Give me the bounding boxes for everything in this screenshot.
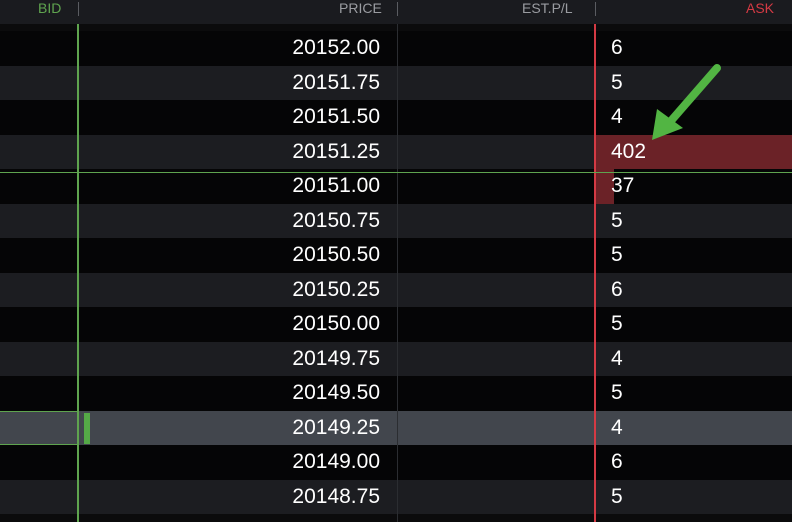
price-cell[interactable]: 20149.50 (80, 376, 380, 411)
ask-header[interactable]: ASK (746, 0, 774, 24)
ladder-row[interactable]: 20149.75 4 (0, 341, 792, 377)
price-cell[interactable]: 20151.00 (80, 169, 380, 204)
ladder-row[interactable]: 20150.75 5 (0, 203, 792, 239)
bid-header[interactable]: BID (38, 0, 61, 24)
price-cell[interactable]: 20152.00 (80, 31, 380, 66)
price-cell[interactable]: 20150.25 (80, 273, 380, 308)
price-cell[interactable]: 20149.75 (80, 342, 380, 377)
ask-cell[interactable]: 6 (596, 273, 792, 308)
inside-market-line (0, 172, 792, 173)
price-cell[interactable]: 20150.50 (80, 238, 380, 273)
price-cell[interactable]: 20151.75 (80, 66, 380, 101)
est-pl-header[interactable]: EST.P/L (522, 0, 573, 24)
ask-cell[interactable]: 5 (596, 307, 792, 342)
ladder-row[interactable]: 20149.50 5 (0, 376, 792, 411)
ask-cell[interactable]: 5 (596, 238, 792, 273)
ask-cell[interactable]: 6 (596, 445, 792, 480)
ask-cell[interactable]: 5 (596, 480, 792, 515)
ask-cell[interactable]: 4 (596, 342, 792, 377)
price-ladder: BID PRICE EST.P/L ASK 20152.00 6 20151.75 5… (0, 0, 792, 522)
green-arrow-icon (652, 64, 721, 140)
ladder-header: BID PRICE EST.P/L ASK (0, 0, 792, 24)
price-cell[interactable]: 20149.25 (80, 411, 380, 446)
bid-cell-highlight[interactable] (0, 410, 78, 445)
ask-cell[interactable]: 37 (596, 169, 792, 204)
price-cell[interactable]: 20151.50 (80, 100, 380, 135)
price-cell[interactable]: 20150.75 (80, 204, 380, 239)
ladder-row[interactable]: 20148.75 5 (0, 479, 792, 515)
header-separator (397, 2, 398, 16)
ask-cell[interactable]: 5 (596, 376, 792, 411)
ladder-row[interactable]: 20149.00 6 (0, 445, 792, 480)
ladder-row[interactable]: 20150.50 5 (0, 238, 792, 273)
price-header[interactable]: PRICE (339, 0, 383, 24)
ask-cell[interactable]: 5 (596, 204, 792, 239)
ask-cell[interactable]: 4 (596, 411, 792, 446)
ask-column-line (594, 24, 596, 522)
price-cell[interactable]: 20150.00 (80, 307, 380, 342)
price-cell[interactable]: 20149.00 (80, 445, 380, 480)
header-separator (78, 2, 79, 16)
price-column-divider (397, 24, 398, 522)
bid-column-line (77, 24, 79, 522)
ladder-row[interactable]: 20149.25 4 (0, 410, 792, 446)
ladder-row[interactable]: 20151.00 37 (0, 169, 792, 204)
price-cell[interactable]: 20148.75 (80, 480, 380, 515)
ladder-row[interactable]: 20150.00 5 (0, 307, 792, 342)
ladder-row[interactable]: 20150.25 6 (0, 272, 792, 308)
header-separator (595, 2, 596, 16)
price-cell[interactable]: 20151.25 (80, 135, 380, 170)
